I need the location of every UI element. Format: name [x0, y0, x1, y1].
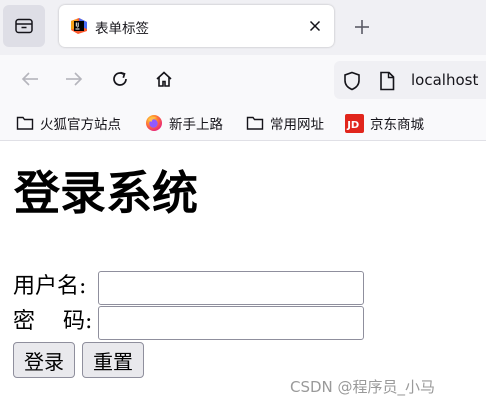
tab-active[interactable]: IJ 表单标签	[59, 5, 334, 47]
jetbrains-icon: IJ	[71, 18, 87, 34]
folder-icon	[246, 116, 264, 130]
page-title: 登录系统	[14, 166, 198, 220]
svg-text:IJ: IJ	[75, 23, 79, 29]
home-icon	[156, 71, 172, 87]
navigation-bar: localhost	[0, 55, 486, 104]
watermark-text: CSDN @程序员_小马	[290, 378, 436, 396]
url-text[interactable]: localhost	[411, 71, 478, 89]
bookmark-label: 常用网址	[270, 117, 324, 133]
new-tab-button[interactable]	[351, 16, 373, 38]
jd-icon: JD	[345, 113, 364, 133]
bookmark-label: 新手上路	[169, 117, 223, 133]
login-button[interactable]: 登录	[13, 342, 75, 378]
arrow-left-icon	[21, 72, 38, 86]
bookmark-item[interactable]: 新手上路	[145, 113, 223, 133]
username-input[interactable]	[98, 271, 364, 305]
username-label: 用户名:	[13, 274, 87, 299]
tab-strip: IJ 表单标签	[0, 0, 486, 55]
back-button[interactable]	[18, 67, 42, 91]
forward-button[interactable]	[62, 67, 86, 91]
reload-button[interactable]	[108, 67, 132, 91]
tab-close-button[interactable]	[305, 16, 325, 36]
bookmark-label: 京东商城	[370, 117, 424, 133]
home-button[interactable]	[152, 67, 176, 91]
password-input[interactable]	[98, 306, 364, 340]
reset-button[interactable]: 重置	[82, 342, 144, 378]
bookmark-label: 火狐官方站点	[40, 117, 121, 133]
arrow-right-icon	[66, 72, 83, 86]
bookmarks-bar: 火狐官方站点 新手上路 常用网址 JD 京东商城	[0, 104, 486, 141]
tab-overview-button[interactable]	[3, 5, 45, 47]
bookmark-item[interactable]: 常用网址	[246, 113, 324, 133]
plus-icon	[355, 20, 369, 34]
tab-overview-icon	[15, 18, 33, 34]
bookmark-item[interactable]: 火狐官方站点	[16, 113, 121, 133]
tab-title: 表单标签	[95, 21, 149, 37]
folder-icon	[16, 116, 34, 130]
reload-icon	[113, 71, 127, 86]
close-icon	[309, 20, 321, 32]
svg-text:JD: JD	[346, 120, 359, 131]
bookmark-item[interactable]: JD 京东商城	[345, 113, 424, 133]
address-bar[interactable]: localhost	[334, 61, 486, 99]
page-info-icon[interactable]	[378, 71, 396, 91]
password-label: 密 码:	[13, 309, 93, 334]
shield-icon[interactable]	[342, 71, 362, 91]
firefox-icon	[146, 115, 162, 131]
